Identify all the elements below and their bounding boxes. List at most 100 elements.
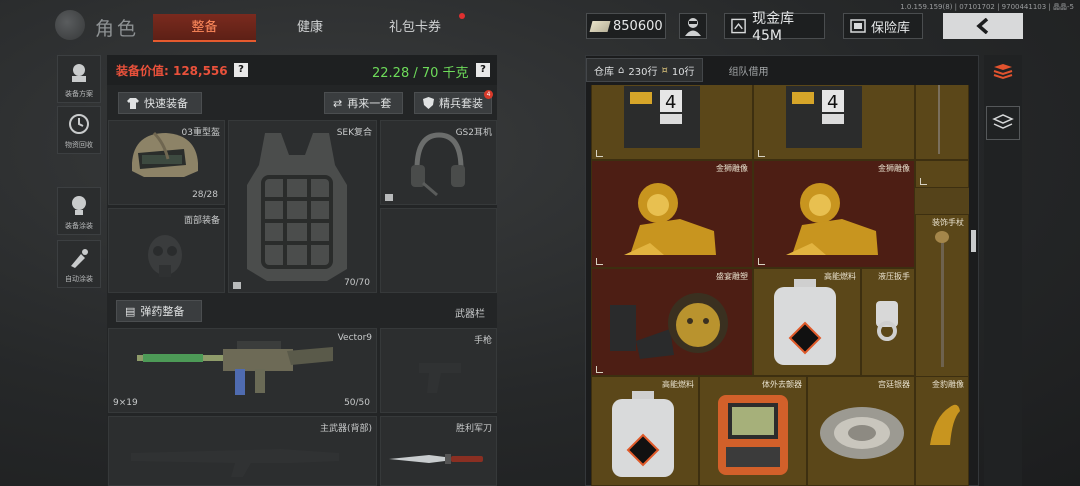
inventory-item-box-a[interactable]: 4 (591, 85, 753, 160)
quick-equip-button[interactable]: 快速装备 (118, 92, 202, 114)
equipment-value: 装备价值: 128,556 (116, 64, 228, 78)
cash-vault-label: 现金库 45M (752, 11, 795, 44)
headset-slot[interactable]: GS2耳机 (380, 120, 497, 205)
inventory-grid: 4 4 金狮雕像 金狮雕像 装饰手杖 盛宴雕塑 高能燃料 液压扳手 高能燃料 体… (591, 85, 969, 486)
page-title: 角色 (95, 18, 140, 40)
sidebar-item-label: 物资回收 (65, 141, 93, 149)
tab-health[interactable]: 健康 (280, 14, 340, 42)
cash-vault-button[interactable]: 现金库 45M (724, 11, 825, 44)
inventory-item-cane[interactable]: 装饰手杖 (915, 214, 969, 377)
inventory-item-silverware[interactable]: 宫廷银器 (807, 376, 915, 486)
helmet-durability: 28/28 (192, 190, 218, 200)
sidebar-item-label: 自动涂装 (65, 275, 93, 283)
bust-sculpture-icon (610, 293, 728, 359)
weight-value: 22.28 / 70 (372, 66, 439, 81)
avatar[interactable] (679, 13, 707, 39)
sidebar-item-equipment-plan[interactable]: 装备方案 (57, 55, 101, 103)
sidebar-item-auto-skin[interactable]: 自动涂装 (57, 240, 101, 288)
tab-storage-label: 仓库 (594, 66, 614, 78)
expand-icon (920, 178, 927, 185)
headset-icon (411, 132, 465, 197)
tab-equip[interactable]: 整备 (153, 14, 256, 42)
silver-tray-icon (820, 407, 904, 459)
back-weapon-slot[interactable]: 主武器(背部) (108, 416, 377, 486)
weight-help-button[interactable]: ? (476, 63, 490, 77)
inventory-item-lion-a[interactable]: 金狮雕像 (591, 160, 753, 268)
tab-gift-cards[interactable]: 礼包卡券 (380, 14, 450, 42)
auto-skin-icon (71, 249, 88, 268)
inventory-item-fuel-a[interactable]: 高能燃料 (753, 268, 861, 376)
weapon-slot-title: 武器栏 (455, 309, 485, 320)
hooded-avatar-icon (685, 18, 701, 36)
golden-lion-icon (624, 183, 716, 255)
inventory-item-wrench[interactable]: 液压扳手 (861, 268, 915, 376)
notification-dot (459, 13, 465, 19)
money-display: 850600 (586, 13, 666, 39)
item-label: 金狮雕像 (716, 164, 748, 173)
equipment-plan-icon (72, 64, 86, 82)
inventory-scrollbar[interactable] (971, 230, 976, 252)
pistol-slot[interactable]: 手枪 (380, 328, 497, 413)
inventory-item-rod[interactable] (915, 85, 969, 160)
weight-unit: 千克 (442, 66, 469, 81)
back-button[interactable] (943, 13, 1023, 39)
body-armor-icon (247, 133, 347, 281)
knife-slot[interactable]: 胜利军刀 (380, 416, 497, 486)
knife-icon (389, 454, 483, 464)
svg-text:4: 4 (827, 92, 838, 113)
money-amount: 850600 (613, 18, 663, 34)
ammo-prep-button[interactable]: ▤ 弹药整备 (116, 300, 202, 322)
primary-weapon-slot[interactable]: Vector9 9×19 50/50 (108, 328, 377, 413)
sort-stack-button[interactable] (986, 55, 1020, 89)
elite-loadout-button[interactable]: 精兵套装 (414, 92, 492, 114)
tab-team-borrow[interactable]: 组队借用 (703, 63, 769, 78)
inventory-item-fuel-b[interactable]: 高能燃料 (591, 376, 699, 486)
golden-lion-icon (786, 183, 878, 255)
golden-leopard-icon (930, 404, 960, 445)
smg-icon (137, 341, 333, 395)
inventory-item-rod-tail[interactable] (915, 160, 969, 188)
inventory-item-bust[interactable]: 盛宴雕塑 (591, 268, 753, 376)
inventory-item-lion-b[interactable]: 金狮雕像 (753, 160, 915, 268)
walking-cane-icon (935, 231, 949, 367)
inventory-item-leopard[interactable]: 金豹雕像 (915, 376, 969, 486)
rod-icon (938, 85, 940, 154)
safe-button[interactable]: 保险库 (843, 13, 923, 39)
shirt-icon (127, 97, 139, 109)
swap-icon: ⇄ (333, 96, 343, 110)
tab-storage[interactable]: 仓库 ⌂ 230行 ¤ 10行 (586, 58, 703, 82)
face-slot-label: 面部装备 (183, 216, 220, 226)
repeat-label: 再来一套 (347, 97, 392, 110)
face-slot[interactable]: 面部装备 (108, 208, 225, 293)
primary-weapon-caliber: 9×19 (113, 398, 138, 408)
expand-icon (758, 150, 765, 157)
expand-icon (596, 366, 603, 373)
inventory-item-box-b[interactable]: 4 (753, 85, 915, 160)
svg-text:4: 4 (665, 92, 676, 113)
fuel-canister-icon (774, 279, 836, 365)
helmet-slot[interactable]: 03重型盔 28/28 (108, 120, 225, 205)
item-label: 盛宴雕塑 (716, 272, 748, 281)
armor-slot[interactable]: SEK复合 70/70 (228, 120, 377, 293)
ammo-prep-label: 弹药整备 (140, 305, 185, 318)
expand-icon (596, 150, 603, 157)
expand-icon (758, 258, 765, 265)
inventory-item-defibrillator[interactable]: 体外去颤器 (699, 376, 807, 486)
value-help-button[interactable]: ? (234, 63, 248, 77)
repeat-loadout-button[interactable]: ⇄ 再来一套 (324, 92, 403, 114)
bag-small-icon (233, 282, 241, 289)
weight-display: 22.28 / 70 千克 (372, 62, 469, 81)
supply-box-icon: 4 (786, 86, 862, 148)
skin-icon (72, 196, 86, 215)
item-label: 装饰手杖 (932, 218, 964, 227)
inventory-tabs: 仓库 ⌂ 230行 ¤ 10行 组队借用 (586, 58, 769, 82)
sidebar-item-skin[interactable]: 装备涂装 (57, 187, 101, 235)
fuel-canister-icon (612, 391, 674, 477)
sidebar-item-recycle[interactable]: 物资回收 (57, 106, 101, 154)
empty-slot[interactable] (380, 208, 497, 293)
layers-icon (992, 114, 1014, 129)
layer-toggle-button[interactable] (986, 106, 1020, 140)
bullet-icon: ▤ (125, 304, 136, 318)
chevron-left-icon (976, 18, 989, 34)
cash-rows: 10行 (671, 66, 695, 78)
